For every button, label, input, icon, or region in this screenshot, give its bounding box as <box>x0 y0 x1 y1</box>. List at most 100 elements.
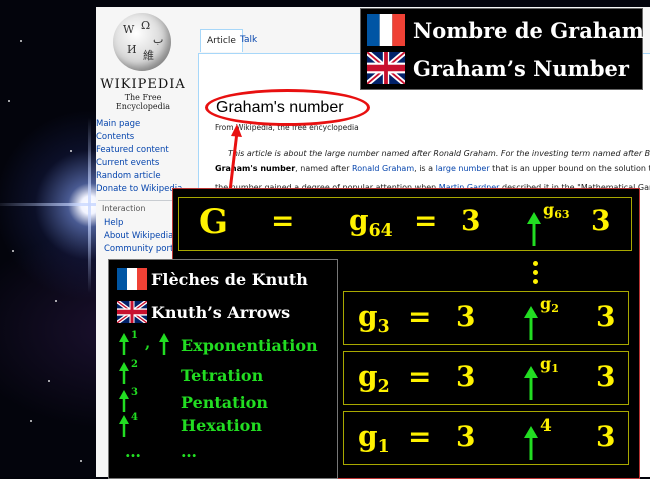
arrow-count-4: 4 <box>131 412 138 423</box>
ellipsis-left: … <box>125 442 141 461</box>
arrow-count-4: 4 <box>540 416 552 436</box>
up-arrow-icon <box>524 306 538 340</box>
equals-sign: = <box>414 204 438 237</box>
base-three: 3 <box>596 360 616 393</box>
sidebar-item-help[interactable]: Help <box>104 217 181 230</box>
arrow-count-g1: g1 <box>540 354 559 375</box>
title-highlight-oval <box>205 89 370 126</box>
g-index-3: 3 <box>377 317 390 338</box>
arrow-count-g63: g63 <box>543 200 570 221</box>
up-arrow-icon <box>119 362 129 384</box>
french-title: Nombre de Graham <box>413 17 644 43</box>
g-letter: g <box>358 420 378 453</box>
up-arrow-icon <box>524 426 538 460</box>
wikipedia-wordmark: WIKIPEDIA <box>100 77 186 92</box>
france-flag-icon <box>117 268 147 290</box>
knuth-french-title: Flèches de Knuth <box>151 269 308 289</box>
wikipedia-tagline: The Free Encyclopedia <box>115 93 171 111</box>
vertical-ellipsis-icon <box>533 261 538 266</box>
sidebar-interaction-nav: Help About Wikipedia Community portal <box>104 217 181 256</box>
g-index-2: 2 <box>377 377 390 398</box>
op-exponentiation: Exponentiation <box>181 336 318 355</box>
star <box>30 420 32 422</box>
sidebar-item-current-events[interactable]: Current events <box>96 157 182 170</box>
star-flare-vertical <box>88 118 91 293</box>
op-hexation: Hexation <box>181 416 262 435</box>
g-letter: g <box>358 300 378 333</box>
link-ronald-graham[interactable]: Ronald Graham <box>352 164 414 173</box>
para1-text-b: , is a <box>414 164 436 173</box>
star <box>20 40 22 42</box>
formula-row-g64: G = g64 = 3 g63 3 <box>178 197 632 251</box>
knuth-arrows-box: Flèches de Knuth Knuth’s Arrows 1 , Expo… <box>108 259 338 479</box>
g-index-1: 1 <box>377 437 390 458</box>
graham-symbol-G: G <box>199 202 229 242</box>
op-pentation: Pentation <box>181 393 268 412</box>
english-title: Graham’s Number <box>413 55 629 81</box>
g64-term: g64 <box>349 204 393 241</box>
star <box>48 380 50 382</box>
equals-sign: = <box>408 420 432 453</box>
sidebar-heading-interaction: Interaction <box>102 204 146 213</box>
g-letter: g <box>358 360 378 393</box>
formula-row-g3: g3 = 3 g2 3 <box>343 291 629 345</box>
base-three: 3 <box>461 204 481 237</box>
base-three: 3 <box>596 300 616 333</box>
arrow-count-2: 2 <box>131 359 138 370</box>
vertical-ellipsis-icon <box>533 270 538 275</box>
arrow-count-g2: g2 <box>540 294 559 315</box>
equals-sign: = <box>408 360 432 393</box>
base-three: 3 <box>456 420 476 453</box>
formula-row-g1: g1 = 3 4 3 <box>343 411 629 465</box>
para1-text-a: , named after <box>295 164 353 173</box>
g-index-64: 64 <box>368 221 393 242</box>
base-three: 3 <box>456 360 476 393</box>
up-arrow-icon <box>524 366 538 400</box>
g3-term: g3 <box>358 300 390 337</box>
up-arrow-icon <box>119 390 129 412</box>
up-arrow-icon <box>119 415 129 437</box>
star <box>70 150 72 152</box>
sidebar-item-random-article[interactable]: Random article <box>96 170 182 183</box>
tab-talk[interactable]: Talk <box>234 29 263 51</box>
knuth-english-line: Knuth’s Arrows <box>117 301 290 323</box>
sidebar-item-about[interactable]: About Wikipedia <box>104 230 181 243</box>
wikipedia-globe-logo[interactable]: WΩب И維 <box>113 13 171 71</box>
star <box>80 460 82 462</box>
base-three: 3 <box>596 420 616 453</box>
star <box>55 300 57 302</box>
english-title-line: Graham’s Number <box>367 52 629 84</box>
comma-separator: , <box>145 334 151 352</box>
g1-term: g1 <box>358 420 390 457</box>
arrow-count-3: 3 <box>131 387 138 398</box>
uk-flag-icon <box>117 301 147 323</box>
para1-text-c: that is an upper bound on the solution t… <box>489 164 650 173</box>
link-large-number[interactable]: large number <box>436 164 490 173</box>
article-paragraph-1: Graham's number, named after Ronald Grah… <box>215 164 650 173</box>
sidebar-item-featured-content[interactable]: Featured content <box>96 144 182 157</box>
france-flag-icon <box>367 14 405 46</box>
star <box>12 250 14 252</box>
uk-flag-icon <box>367 52 405 84</box>
base-three: 3 <box>591 204 611 237</box>
base-three: 3 <box>456 300 476 333</box>
op-tetration: Tetration <box>181 366 264 385</box>
sidebar-item-donate[interactable]: Donate to Wikipedia <box>96 183 182 196</box>
up-arrow-icon <box>527 212 541 246</box>
g2-term: g2 <box>358 360 390 397</box>
arrow-count-1: 1 <box>131 330 138 341</box>
sidebar-item-main-page[interactable]: Main page <box>96 118 182 131</box>
equals-sign: = <box>271 204 295 237</box>
article-hatnote: This article is about the large number n… <box>228 149 650 158</box>
formula-row-g2: g2 = 3 g1 3 <box>343 351 629 405</box>
knuth-english-title: Knuth’s Arrows <box>151 302 291 322</box>
g-letter: g <box>349 204 369 237</box>
title-language-box: Nombre de Graham Graham’s Number <box>360 8 644 90</box>
knuth-french-line: Flèches de Knuth <box>117 268 308 290</box>
vertical-ellipsis-icon <box>533 279 538 284</box>
sidebar-item-contents[interactable]: Contents <box>96 131 182 144</box>
sidebar-item-community-portal[interactable]: Community portal <box>104 243 181 256</box>
star <box>8 100 10 102</box>
equals-sign: = <box>408 300 432 333</box>
up-arrow-icon <box>159 333 169 355</box>
